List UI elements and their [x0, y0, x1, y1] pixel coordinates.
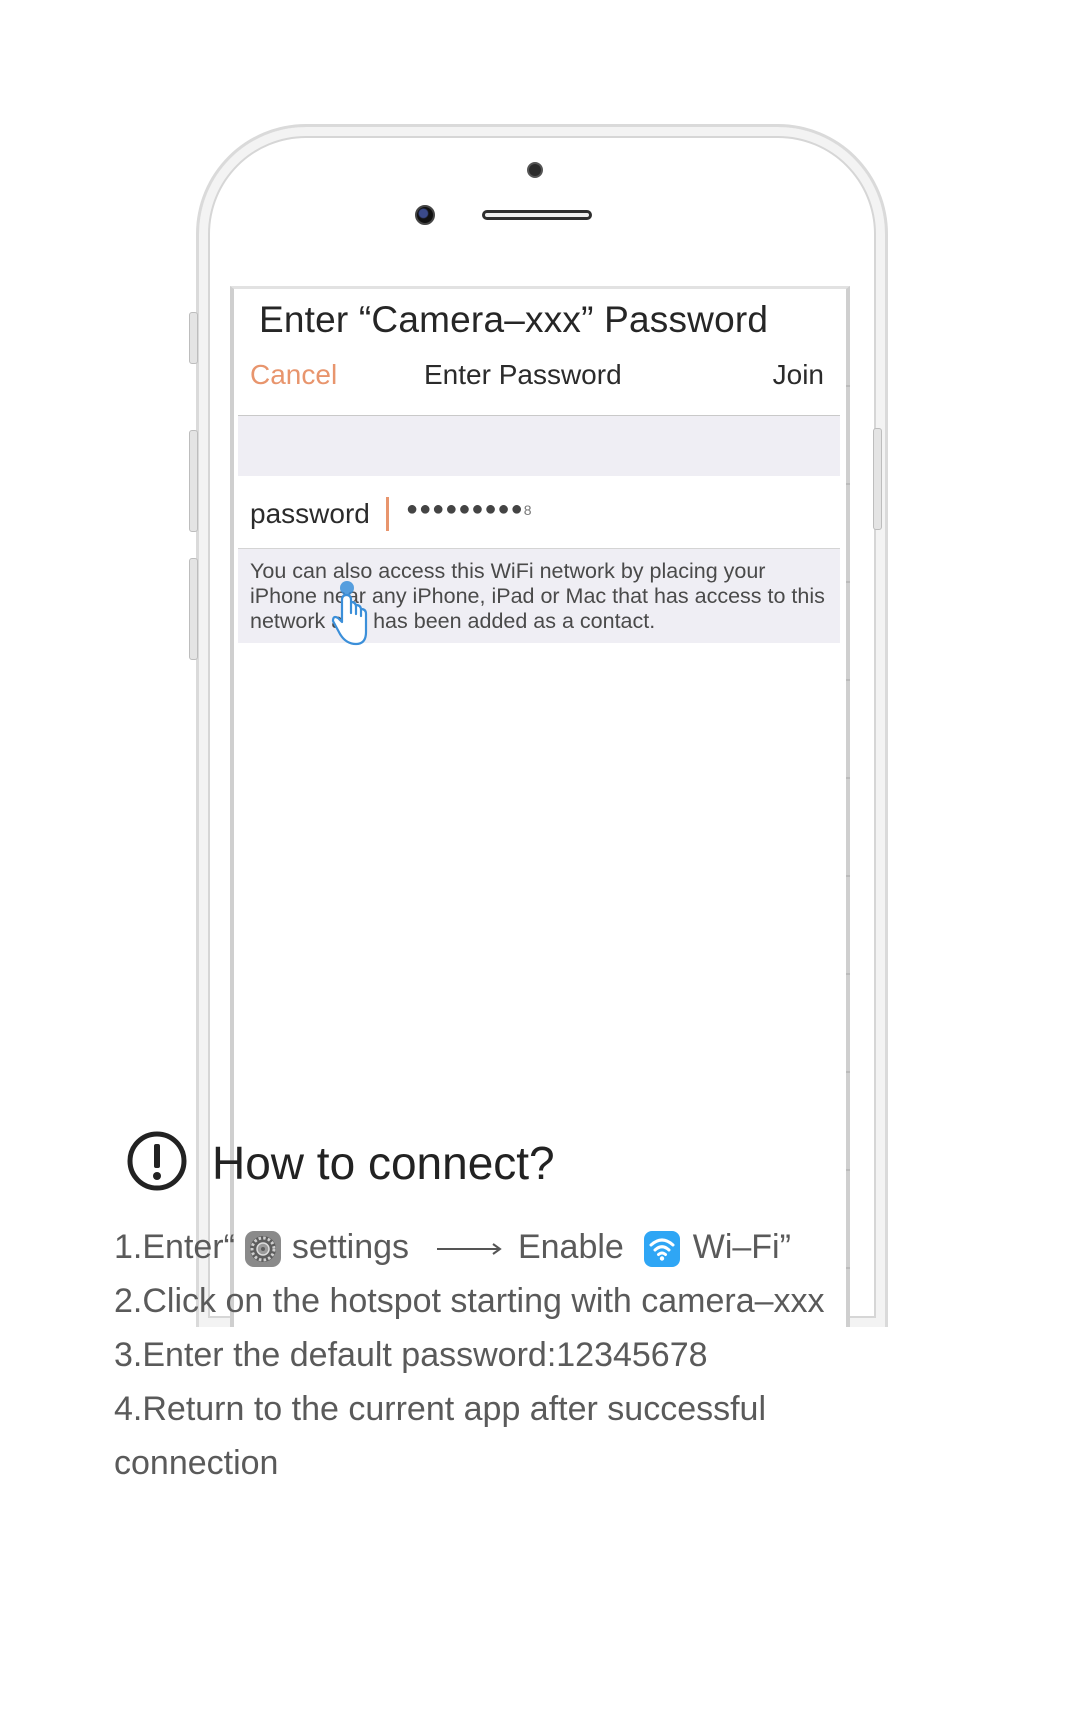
- section-separator: [238, 415, 840, 477]
- how-to-connect-header: How to connect?: [126, 1130, 826, 1194]
- step-2: 2.Click on the hotspot starting with cam…: [114, 1282, 825, 1320]
- tap-hand-icon: [330, 578, 370, 655]
- password-field[interactable]: password ●●●●●●●●●8: [238, 476, 840, 546]
- password-mask: ●●●●●●●●●: [406, 498, 524, 520]
- password-last-char: 8: [523, 502, 532, 518]
- dialog-title: Enter “Camera–xxx” Password: [259, 299, 769, 340]
- warning-circle-icon: [127, 1131, 187, 1191]
- password-label: password: [250, 498, 370, 529]
- screen-edge: [846, 289, 850, 1327]
- wifi-icon: [644, 1231, 681, 1268]
- password-input[interactable]: ●●●●●●●●●8: [406, 498, 532, 521]
- how-to-connect-title: How to connect?: [212, 1137, 555, 1189]
- text-cursor: [386, 497, 389, 531]
- dialog-nav-bar: Cancel Enter Password Join: [234, 359, 846, 403]
- arrow-right-icon: [436, 1243, 502, 1255]
- cancel-button[interactable]: Cancel: [250, 359, 337, 391]
- power-button: [873, 428, 882, 530]
- volume-down-button: [189, 558, 198, 660]
- earpiece-speaker: [482, 210, 592, 220]
- step1-suffix: Wi–Fi”: [692, 1228, 791, 1266]
- step1-enable: Enable: [517, 1228, 624, 1266]
- info-footer: You can also access this WiFi network by…: [238, 548, 840, 643]
- join-button[interactable]: Join: [773, 359, 824, 391]
- mute-switch: [189, 312, 198, 364]
- step1-settings: settings: [291, 1228, 410, 1266]
- settings-gear-icon: [245, 1231, 282, 1268]
- instruction-steps: 1.Enter“ settings Enable Wi–Fi” 2.Click …: [114, 1220, 1014, 1490]
- step-4: 4.Return to the current app after succes…: [114, 1390, 767, 1482]
- step-1: 1.Enter“ settings Enable Wi–Fi”: [114, 1220, 1014, 1274]
- nav-title: Enter Password: [424, 359, 622, 390]
- front-camera: [527, 162, 543, 178]
- volume-up-button: [189, 430, 198, 532]
- proximity-sensor: [415, 205, 435, 225]
- step1-prefix: 1.Enter“: [114, 1228, 235, 1266]
- step-3: 3.Enter the default password:12345678: [114, 1336, 708, 1374]
